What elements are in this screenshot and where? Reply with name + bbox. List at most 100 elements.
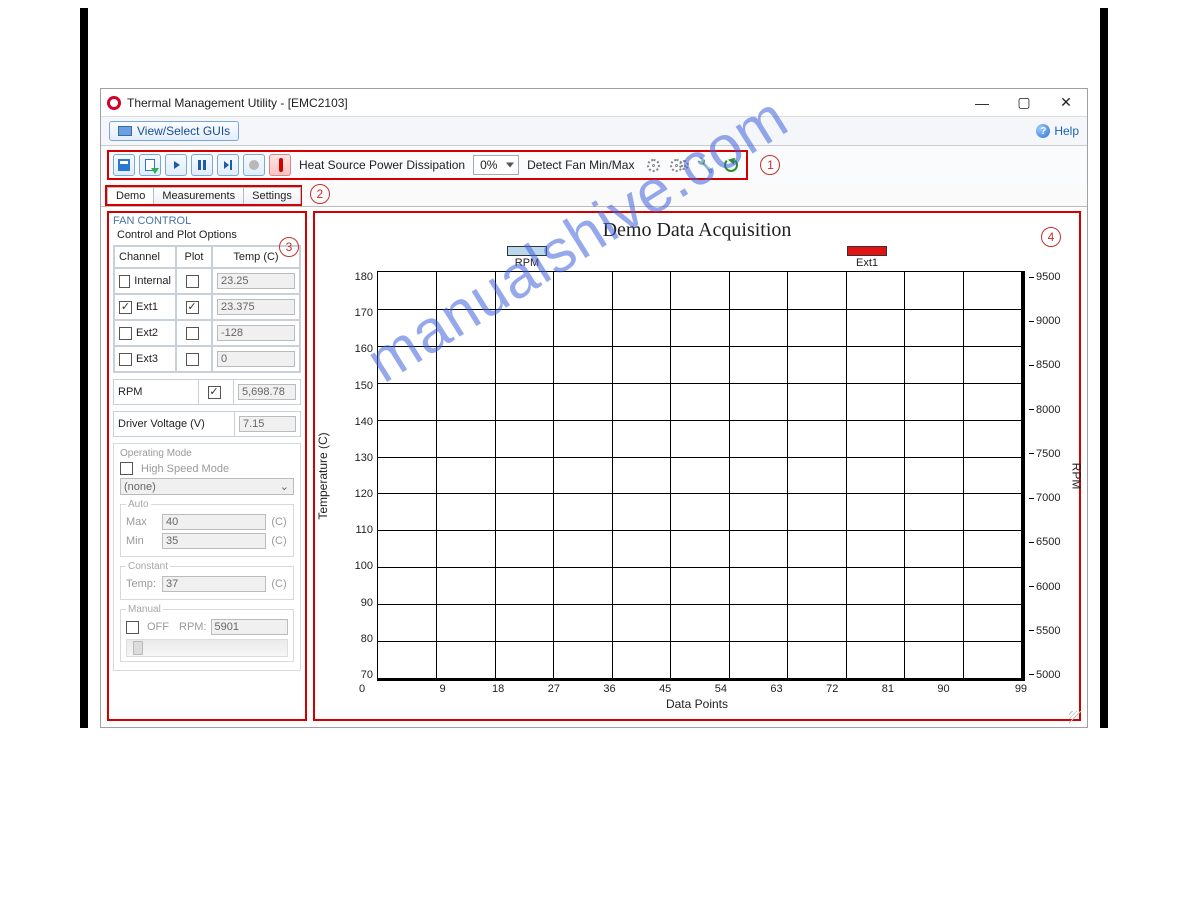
channel-checkbox[interactable] [119, 327, 132, 340]
heat-source-dropdown[interactable]: 0% [473, 155, 519, 175]
x-tick: 90 [916, 683, 972, 695]
help-button[interactable]: ? Help [1036, 124, 1079, 138]
x-tick: 18 [470, 683, 526, 695]
rpm-plot-checkbox[interactable] [208, 386, 221, 399]
gridline-h [378, 383, 1021, 384]
y-left-tick: 130 [355, 452, 373, 464]
x-tick: 27 [526, 683, 582, 695]
channel-checkbox[interactable] [119, 353, 132, 366]
x-tick: 99 [971, 683, 1027, 695]
y-left-tick: 150 [355, 380, 373, 392]
reload-button[interactable] [720, 154, 742, 176]
auto-min-field[interactable] [162, 533, 266, 549]
channel-checkbox[interactable] [119, 275, 130, 288]
maximize-button[interactable]: ▢ [1003, 89, 1045, 116]
operating-mode-group: Operating Mode High Speed Mode (none)⌄ A… [113, 443, 301, 671]
channel-checkbox[interactable] [119, 301, 132, 314]
legend-rpm-swatch [507, 246, 547, 256]
record-icon [249, 160, 259, 170]
mode-dropdown[interactable]: (none)⌄ [120, 478, 294, 495]
help-icon: ? [1036, 124, 1050, 138]
manual-rpm-slider[interactable] [126, 639, 288, 657]
x-tick: 0 [359, 683, 415, 695]
app-window: Thermal Management Utility - [EMC2103] —… [100, 88, 1088, 728]
gridline-v [612, 272, 613, 678]
plot-checkbox[interactable] [186, 353, 199, 366]
detect-fan-label: Detect Fan Min/Max [523, 158, 638, 172]
high-speed-checkbox[interactable] [120, 462, 133, 475]
y-right-tick: 8000 [1029, 404, 1060, 416]
page-border-right [1100, 8, 1108, 728]
skip-icon [224, 160, 232, 170]
menubar: View/Select GUIs ? Help [101, 117, 1087, 146]
y-right-tick: 6500 [1029, 536, 1060, 548]
y-left-tick: 80 [361, 633, 373, 645]
gridline-h [378, 346, 1021, 347]
gridline-v [846, 272, 847, 678]
header-channel: Channel [114, 246, 176, 268]
y-axis-right: 9500900085008000750070006500600055005000… [1027, 271, 1069, 681]
y-left-tick: 90 [361, 597, 373, 609]
view-select-guis-button[interactable]: View/Select GUIs [109, 121, 239, 141]
thermometer-icon [279, 158, 283, 172]
gridline-h [378, 457, 1021, 458]
y-axis-right-label: RPM [1070, 463, 1084, 490]
auto-max-field[interactable] [162, 514, 266, 530]
temp-value: 23.25 [217, 273, 295, 289]
minimize-button[interactable]: — [961, 89, 1003, 116]
y-left-tick: 110 [355, 524, 373, 536]
callout-4: 4 [1041, 227, 1061, 247]
pause-button[interactable] [191, 154, 213, 176]
export-button[interactable] [139, 154, 161, 176]
tab-settings[interactable]: Settings [243, 187, 301, 204]
tab-demo[interactable]: Demo [107, 187, 154, 204]
plot-checkbox[interactable] [186, 301, 199, 314]
channel-name: Ext2 [136, 327, 158, 339]
arrow-down-icon [151, 168, 159, 174]
gridline-h [378, 420, 1021, 421]
table-header: Channel Plot Temp (C) [114, 246, 300, 268]
plot-checkbox[interactable] [186, 275, 199, 288]
heat-source-button[interactable] [269, 154, 291, 176]
driver-voltage-field[interactable] [239, 416, 296, 432]
y-left-tick: 180 [355, 271, 373, 283]
floppy-icon [118, 159, 130, 171]
plot-checkbox[interactable] [186, 327, 199, 340]
tabs-highlight: Demo Measurements Settings [105, 185, 302, 206]
manual-rpm-label: RPM: [179, 621, 207, 633]
gridline-v [787, 272, 788, 678]
chart-panel: 4 Demo Data Acquisition RPM Ext1 Tempera… [313, 211, 1081, 721]
manual-off-checkbox[interactable] [126, 621, 139, 634]
y-left-tick: 100 [355, 560, 373, 572]
callout-1: 1 [760, 155, 780, 175]
gridline-v [553, 272, 554, 678]
resize-grip[interactable] [1069, 711, 1083, 725]
save-button[interactable] [113, 154, 135, 176]
tools-button[interactable]: 🔧 [694, 154, 716, 176]
gridline-h [378, 309, 1021, 310]
legend-rpm-label: RPM [515, 257, 539, 269]
const-temp-label: Temp: [126, 578, 158, 590]
wrench-icon: 🔧 [697, 157, 714, 174]
rpm-value-field[interactable] [238, 384, 296, 400]
skip-last-button[interactable] [217, 154, 239, 176]
window-title: Thermal Management Utility - [EMC2103] [127, 96, 348, 110]
manual-rpm-field[interactable] [211, 619, 289, 635]
tab-measurements[interactable]: Measurements [153, 187, 244, 204]
close-button[interactable]: ✕ [1045, 89, 1087, 116]
play-button[interactable] [165, 154, 187, 176]
detect-fan-button[interactable] [642, 154, 664, 176]
gear-icon [647, 159, 660, 172]
y-axis-left: 180170160150140130120110100908070 [341, 271, 375, 681]
legend-ext1: Ext1 [847, 246, 887, 269]
operating-mode-label: Operating Mode [120, 448, 294, 459]
manual-off-label: OFF [147, 621, 169, 633]
const-temp-field[interactable] [162, 576, 266, 592]
y-right-tick: 9500 [1029, 271, 1060, 283]
record-button[interactable] [243, 154, 265, 176]
x-tick: 45 [637, 683, 693, 695]
settings-gears-button[interactable] [668, 154, 690, 176]
y-left-tick: 140 [355, 416, 373, 428]
gridline-v [963, 272, 964, 678]
channel-table: Channel Plot Temp (C) Internal23.25Ext12… [113, 245, 301, 373]
